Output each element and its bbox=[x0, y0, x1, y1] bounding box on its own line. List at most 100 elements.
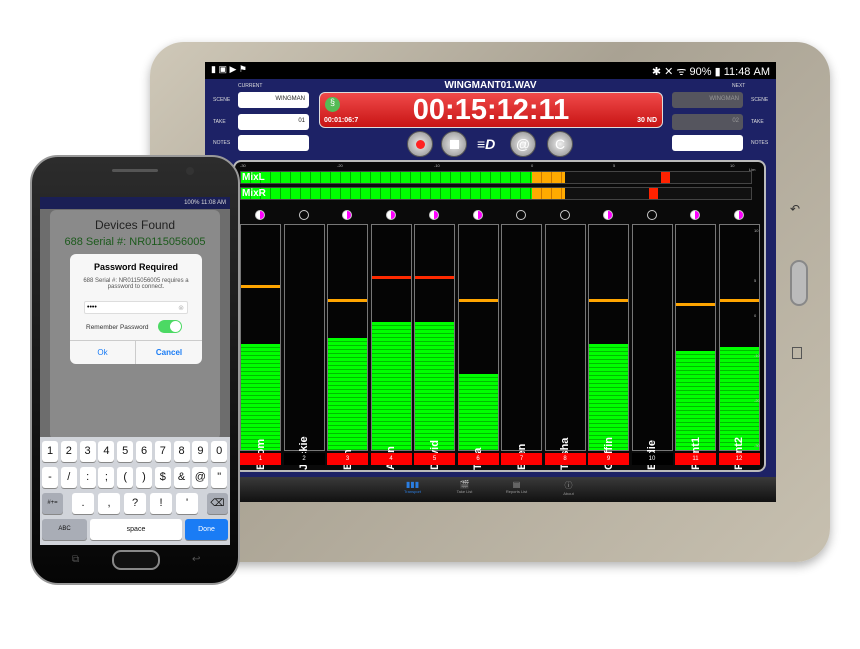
current-notes-field[interactable] bbox=[238, 135, 309, 151]
home-button[interactable] bbox=[790, 260, 808, 306]
current-scene-field[interactable]: WINGMAN bbox=[238, 92, 309, 108]
abc-key[interactable]: ABC bbox=[42, 519, 87, 540]
backspace-key[interactable]: ⌫ bbox=[207, 493, 228, 514]
channel-strip[interactable]: Boom bbox=[240, 224, 281, 470]
next-scene-field[interactable]: WINGMAN bbox=[672, 92, 743, 108]
key[interactable]: 6 bbox=[136, 441, 152, 462]
phase-indicator-icon[interactable] bbox=[472, 210, 483, 220]
next-take-field[interactable]: 02 bbox=[672, 114, 743, 130]
side-scale-label: 10 bbox=[754, 228, 759, 233]
phase-indicator-icon[interactable] bbox=[690, 210, 700, 220]
channel-strip[interactable]: Ellen bbox=[501, 224, 542, 470]
done-key[interactable]: Done bbox=[185, 519, 228, 540]
tab-about[interactable]: ⓘ About bbox=[554, 477, 584, 502]
back-icon[interactable]: ↩ bbox=[192, 554, 200, 565]
channel-number-button[interactable]: 12 bbox=[718, 453, 760, 465]
phase-indicator-icon[interactable] bbox=[342, 210, 352, 220]
channel-number-button[interactable]: 1 bbox=[240, 453, 281, 465]
channel-strip[interactable]: David bbox=[414, 224, 455, 470]
phase-indicator-icon[interactable] bbox=[646, 210, 657, 220]
phase-indicator-icon[interactable] bbox=[516, 210, 526, 220]
key[interactable]: ; bbox=[98, 467, 115, 488]
next-notes-field[interactable] bbox=[672, 135, 743, 151]
tab-label: About bbox=[563, 491, 574, 496]
take-label: TAKE bbox=[213, 119, 226, 125]
channel-strip[interactable]: Tina bbox=[457, 224, 499, 470]
cancel-button[interactable]: Cancel bbox=[136, 340, 202, 364]
phase-indicator-icon[interactable] bbox=[255, 210, 265, 220]
phase-indicator-icon[interactable] bbox=[298, 210, 309, 220]
channel-strip[interactable]: Plant2 bbox=[718, 224, 760, 470]
tab-reports-list[interactable]: ▤ Reports List bbox=[502, 477, 532, 502]
at-button[interactable]: @ bbox=[510, 131, 536, 157]
file-name: WINGMANT01.WAV bbox=[444, 80, 537, 91]
phase-indicator-icon[interactable] bbox=[429, 210, 439, 220]
info-icon: ⓘ bbox=[564, 481, 573, 490]
channel-strip[interactable]: Jackie bbox=[283, 224, 325, 470]
key[interactable]: 3 bbox=[79, 441, 96, 462]
key[interactable]: & bbox=[173, 467, 190, 488]
key[interactable]: 4 bbox=[98, 441, 115, 462]
clear-icon[interactable]: ⊗ bbox=[178, 304, 184, 312]
channel-strip[interactable]: Ben bbox=[327, 224, 368, 470]
key[interactable]: ? bbox=[124, 493, 146, 514]
ok-button[interactable]: Ok bbox=[70, 340, 136, 364]
symbols-key[interactable]: #+= bbox=[42, 493, 63, 514]
key[interactable]: 8 bbox=[173, 441, 190, 462]
channel-number-button[interactable]: 10 bbox=[631, 453, 673, 465]
phase-indicator-icon[interactable] bbox=[733, 210, 744, 220]
channel-number-button[interactable]: 9 bbox=[588, 453, 629, 465]
channel-number-button[interactable]: 2 bbox=[283, 453, 325, 465]
key[interactable]: 7 bbox=[154, 441, 171, 462]
key[interactable]: 2 bbox=[60, 441, 77, 462]
clock: 11:48 AM bbox=[723, 66, 770, 78]
key[interactable]: " bbox=[211, 467, 228, 488]
recent-apps-icon[interactable] bbox=[792, 347, 802, 359]
key[interactable]: - bbox=[42, 467, 58, 488]
key[interactable]: : bbox=[79, 467, 96, 488]
channel-number-button[interactable]: 6 bbox=[457, 453, 499, 465]
channel-strip[interactable]: Griffin bbox=[588, 224, 629, 470]
key[interactable]: , bbox=[98, 493, 120, 514]
key[interactable]: ' bbox=[176, 493, 198, 514]
channel-number-button[interactable]: 4 bbox=[370, 453, 412, 465]
key[interactable]: . bbox=[72, 493, 94, 514]
channel-strip[interactable]: Plant1 bbox=[675, 224, 716, 470]
channel-number-button[interactable]: 11 bbox=[675, 453, 716, 465]
home-button[interactable] bbox=[112, 550, 160, 570]
channel-peak-hold bbox=[371, 276, 411, 279]
channel-number-button[interactable]: 5 bbox=[414, 453, 455, 465]
record-button[interactable] bbox=[407, 131, 433, 157]
key[interactable]: 5 bbox=[117, 441, 134, 462]
phase-indicator-icon[interactable] bbox=[603, 210, 613, 220]
channel-strip[interactable]: Trisha bbox=[544, 224, 586, 470]
clock: 11:08 AM bbox=[201, 200, 226, 206]
tab-take-list[interactable]: 🎬 Take List bbox=[450, 477, 480, 502]
phase-indicator-icon[interactable] bbox=[559, 210, 570, 220]
key[interactable]: @ bbox=[192, 467, 209, 488]
key[interactable]: ) bbox=[136, 467, 152, 488]
space-key[interactable]: space bbox=[90, 519, 182, 540]
channel-number-button[interactable]: 3 bbox=[327, 453, 368, 465]
c-button[interactable]: C bbox=[547, 131, 573, 157]
key[interactable]: ( bbox=[117, 467, 134, 488]
key[interactable]: 1 bbox=[42, 441, 58, 462]
back-icon[interactable]: ↶ bbox=[790, 202, 800, 216]
tab-transport[interactable]: ▮▮▮ Transport bbox=[398, 477, 428, 502]
channel-strip[interactable]: Eddie bbox=[631, 224, 673, 470]
phase-indicator-icon[interactable] bbox=[385, 210, 396, 220]
current-take-field[interactable]: 01 bbox=[238, 114, 309, 130]
key[interactable]: 9 bbox=[192, 441, 209, 462]
key[interactable]: 0 bbox=[211, 441, 228, 462]
key[interactable]: ! bbox=[150, 493, 172, 514]
password-input[interactable]: •••• ⊗ bbox=[84, 301, 188, 314]
device-item[interactable]: 688 Serial #: NR0115056005 bbox=[50, 236, 220, 248]
stop-button[interactable] bbox=[441, 131, 467, 157]
channel-number-button[interactable]: 7 bbox=[501, 453, 542, 465]
channel-strip[interactable]: Alan bbox=[370, 224, 412, 470]
key[interactable]: $ bbox=[154, 467, 171, 488]
remember-toggle[interactable] bbox=[158, 320, 182, 333]
recent-apps-icon[interactable]: ⧉ bbox=[72, 554, 79, 565]
channel-number-button[interactable]: 8 bbox=[544, 453, 586, 465]
key[interactable]: / bbox=[60, 467, 77, 488]
